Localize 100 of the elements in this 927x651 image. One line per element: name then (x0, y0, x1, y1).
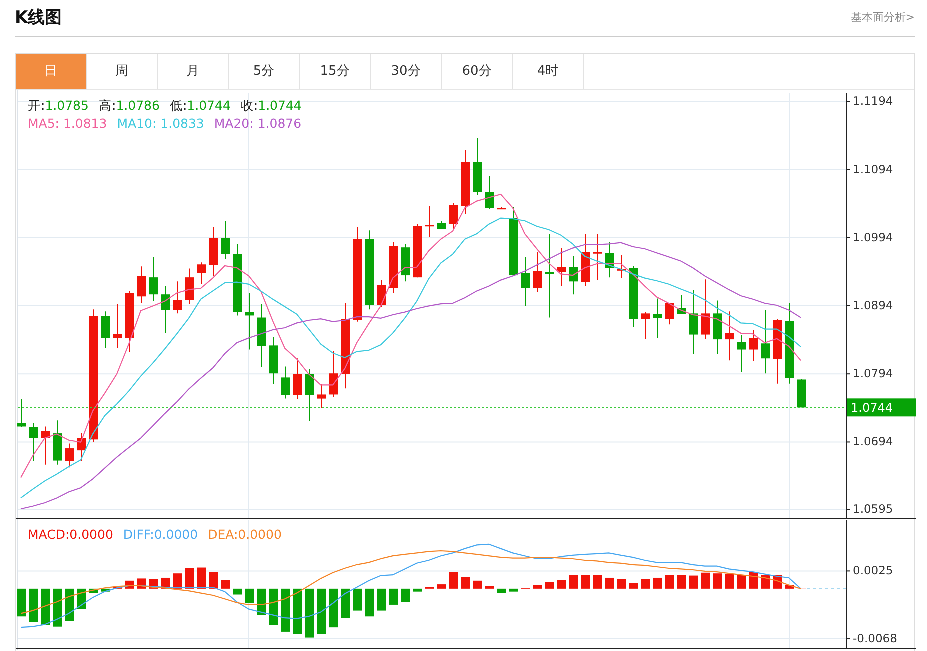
indicator-reading: DIFF:0.0000 (123, 526, 198, 544)
candlestick (305, 369, 314, 422)
candlestick (293, 358, 302, 400)
axis-label: 0.0025 (853, 564, 894, 578)
macd-bar (377, 588, 386, 611)
candlestick (197, 262, 206, 285)
macd-bar (509, 588, 518, 592)
macd-bar (173, 574, 182, 589)
macd-bar (197, 568, 206, 589)
candlestick (125, 290, 134, 353)
macd-bar (737, 575, 746, 589)
macd-bar (665, 575, 674, 589)
candlestick (137, 266, 146, 304)
candlestick (461, 150, 470, 215)
candlestick (725, 311, 734, 362)
candlestick (533, 252, 542, 294)
candlestick (17, 399, 26, 428)
indicator-reading: MA20: 1.0876 (214, 115, 302, 133)
macd-bar (305, 588, 314, 638)
price-reading: 高:1.0786 (98, 97, 160, 115)
candlestick (797, 378, 806, 408)
macd-bar (485, 586, 494, 589)
macd-bar (221, 580, 230, 589)
candlestick (437, 220, 446, 230)
candlestick (173, 281, 182, 314)
macd-bar (209, 572, 218, 589)
candlestick (569, 256, 578, 296)
candlestick (317, 384, 326, 409)
candlestick (653, 298, 662, 339)
candlestick (77, 433, 86, 462)
macd-bar (89, 588, 98, 594)
macd-bar (629, 583, 638, 589)
macd-bar (401, 588, 410, 602)
candlestick (269, 337, 278, 385)
candlestick (209, 226, 218, 277)
indicator-reading: DEA:0.0000 (208, 526, 282, 544)
candlestick (449, 202, 458, 230)
macd-bar (725, 574, 734, 589)
macd-bar (437, 584, 446, 589)
macd-bar (161, 578, 170, 589)
macd-bar (329, 588, 338, 628)
candlestick (761, 310, 770, 374)
candlestick (149, 256, 158, 302)
axis-label: 1.0694 (853, 434, 894, 449)
axis-label: 1.0794 (853, 366, 894, 381)
price-reading: 收:1.0744 (240, 97, 302, 115)
candlestick (521, 256, 530, 307)
candlestick (509, 206, 518, 276)
fundamental-analysis-link[interactable]: 基本面分析> (850, 10, 915, 26)
indicator-reading: MACD:0.0000 (28, 526, 114, 544)
macd-bar (101, 588, 110, 592)
macd-bar (785, 585, 794, 589)
candlestick (65, 443, 74, 468)
macd-bar (65, 588, 74, 622)
macd-bar (341, 588, 350, 618)
macd-bar (365, 588, 374, 617)
macd-bar (593, 575, 602, 589)
macd-bar (245, 588, 254, 604)
candlestick (605, 242, 614, 278)
candlestick (617, 254, 626, 279)
axis-label: 1.1194 (853, 94, 894, 108)
macd-bar (569, 575, 578, 589)
macd-bar (581, 575, 590, 589)
candlestick (593, 233, 602, 281)
candlestick (689, 290, 698, 356)
macd-bar (17, 588, 26, 617)
macd-bar (461, 577, 470, 589)
candlestick (713, 300, 722, 356)
axis-label: 1.1094 (853, 162, 894, 176)
candlestick (245, 292, 254, 350)
macd-bar (713, 574, 722, 589)
macd-bar (185, 568, 194, 589)
candlestick (389, 242, 398, 294)
candlestick (53, 420, 62, 466)
macd-bar (545, 582, 554, 589)
zero-line (806, 588, 846, 590)
candlestick (497, 206, 506, 210)
macd-bar (449, 572, 458, 589)
candlestick (221, 220, 230, 260)
macd-bar (473, 580, 482, 589)
macd-bar (653, 578, 662, 589)
macd-bar (605, 578, 614, 589)
candlestick (749, 330, 758, 362)
candlestick (665, 302, 674, 326)
macd-bar (53, 588, 62, 627)
candlestick (773, 318, 782, 384)
candlestick (41, 426, 50, 466)
candlestick (329, 350, 338, 398)
macd-bar (533, 585, 542, 589)
macd-bar (689, 576, 698, 589)
macd-bar (701, 572, 710, 589)
candlestick (377, 280, 386, 308)
macd-bar (497, 588, 506, 594)
macd-bar (557, 580, 566, 589)
candlestick (473, 137, 482, 196)
candlestick (425, 206, 434, 238)
candlestick (161, 286, 170, 334)
candlestick (413, 224, 422, 278)
candlestick (101, 311, 110, 349)
axis-label: 1.0894 (853, 298, 894, 312)
